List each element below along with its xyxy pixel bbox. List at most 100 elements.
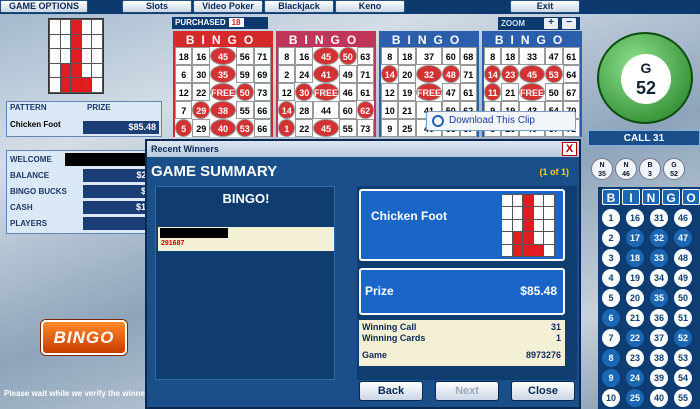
game-label: Game xyxy=(362,350,388,360)
next-button[interactable]: Next xyxy=(435,381,499,401)
game-options-button[interactable]: GAME OPTIONS xyxy=(0,0,88,13)
card-cell: FREE xyxy=(518,83,545,101)
bingo-heading: BINGO! xyxy=(222,191,270,206)
card-cell: 2 xyxy=(278,65,296,83)
pattern-cell xyxy=(80,77,93,93)
card-cell: 56 xyxy=(236,47,254,65)
board-number: 1 xyxy=(602,209,620,227)
pattern-cell xyxy=(532,193,545,208)
call-counter: CALL 31 xyxy=(588,130,700,146)
card-cell: 18 xyxy=(175,47,193,65)
card-cell: 19 xyxy=(398,83,416,101)
prize-panel: PATTERN PRIZE Chicken Foot $85.48 xyxy=(6,101,162,137)
winner-name xyxy=(160,228,228,238)
download-clip-button[interactable]: Download This Clip xyxy=(426,111,576,131)
recent-ball: G 52 xyxy=(663,158,685,180)
card-cell: 33 xyxy=(518,47,545,65)
bingo-button[interactable]: BINGO xyxy=(41,320,127,355)
card-cell: 14 xyxy=(278,101,296,119)
current-ball-face: G 52 xyxy=(621,54,671,104)
card-cell: 62 xyxy=(356,101,374,119)
card-cell: 68 xyxy=(459,47,477,65)
card-cell: 7 xyxy=(175,101,193,119)
card-cell: 20 xyxy=(398,65,416,83)
board-number: 37 xyxy=(650,329,668,347)
recent-ball-letter: N xyxy=(623,162,629,169)
card-cell: 21 xyxy=(501,83,519,101)
card-header: BINGO xyxy=(175,33,271,47)
slots-button[interactable]: Slots xyxy=(122,0,192,13)
board-number: 35 xyxy=(650,289,668,307)
card-cell: 1 xyxy=(278,119,296,137)
close-button[interactable]: Close xyxy=(511,381,575,401)
pattern-cell xyxy=(532,206,545,220)
card-cell: 61 xyxy=(562,47,580,65)
card-header: BINGO xyxy=(278,33,374,47)
zoom-out-button[interactable]: − xyxy=(562,18,576,29)
bingo-card[interactable]: BINGO 18 16 45 56 71 6 30 35 59 69 12 22 FREE 50 73 7 29 3… xyxy=(173,31,273,137)
board-number: 38 xyxy=(650,349,668,367)
pattern-cell xyxy=(80,19,93,35)
card-cell: 44 xyxy=(312,101,339,119)
card-cell: 8 xyxy=(484,47,502,65)
purchased-count: 18 xyxy=(228,18,244,27)
pattern-preview xyxy=(48,18,104,94)
pattern-cell xyxy=(70,48,82,64)
video-poker-button[interactable]: Video Poker xyxy=(193,0,263,13)
pattern-name: Chicken Foot xyxy=(371,209,448,223)
board-number: 2 xyxy=(602,229,620,247)
card-cell: 30 xyxy=(295,83,313,101)
board-number: 53 xyxy=(674,349,692,367)
board-letter: I xyxy=(622,189,640,205)
close-icon[interactable]: X xyxy=(562,142,577,156)
list-item[interactable]: 291687 xyxy=(158,227,334,251)
board-number: 19 xyxy=(626,269,644,287)
card-cell: 45 xyxy=(312,47,339,65)
pattern-cell xyxy=(59,77,72,93)
bingo-card[interactable]: BINGO 8 16 45 50 63 2 24 41 49 71 12 30 FREE 46 61 14 28 4… xyxy=(276,31,376,137)
recent-ball-number: 46 xyxy=(622,171,630,178)
card-cell: 41 xyxy=(312,65,339,83)
board-number: 20 xyxy=(626,289,644,307)
balance-label: BALANCE xyxy=(10,171,50,180)
board-letter: O xyxy=(682,189,700,205)
board-number: 36 xyxy=(650,309,668,327)
card-cell: 55 xyxy=(236,101,254,119)
card-cell: 18 xyxy=(398,47,416,65)
pattern-cell xyxy=(91,33,103,50)
card-cell: 21 xyxy=(398,101,416,119)
card-cell: 8 xyxy=(278,47,296,65)
board-letter: B xyxy=(602,189,620,205)
pattern-cell xyxy=(543,206,555,220)
card-cell: 12 xyxy=(175,83,193,101)
back-button[interactable]: Back xyxy=(359,381,423,401)
card-cell: 14 xyxy=(484,65,502,83)
zoom-control: ZOOM + − xyxy=(498,17,580,30)
pattern-cell xyxy=(80,48,93,64)
recent-ball: N 46 xyxy=(615,158,637,180)
board-number: 33 xyxy=(650,249,668,267)
pattern-cell xyxy=(91,77,103,93)
card-cell: 73 xyxy=(356,119,374,137)
board-number: 49 xyxy=(674,269,692,287)
pattern-cell xyxy=(511,243,524,258)
zoom-in-button[interactable]: + xyxy=(544,18,558,29)
pattern-cell xyxy=(70,77,82,93)
card-cell: 8 xyxy=(381,47,399,65)
pattern-cell xyxy=(59,19,72,35)
board-letter: N xyxy=(642,189,660,205)
card-cell: 45 xyxy=(209,47,236,65)
card-cell: 30 xyxy=(192,65,210,83)
blackjack-button[interactable]: Blackjack xyxy=(264,0,334,13)
recent-ball: N 35 xyxy=(591,158,613,180)
card-cell: 71 xyxy=(459,65,477,83)
card-cell: 69 xyxy=(253,65,271,83)
card-cell: 66 xyxy=(253,101,271,119)
board-number: 48 xyxy=(674,249,692,267)
pattern-cell xyxy=(49,77,61,93)
card-cell: 28 xyxy=(295,101,313,119)
keno-button[interactable]: Keno xyxy=(335,0,405,13)
prize-label: Prize xyxy=(365,284,394,298)
exit-button[interactable]: Exit xyxy=(510,0,580,13)
board-number: 18 xyxy=(626,249,644,267)
